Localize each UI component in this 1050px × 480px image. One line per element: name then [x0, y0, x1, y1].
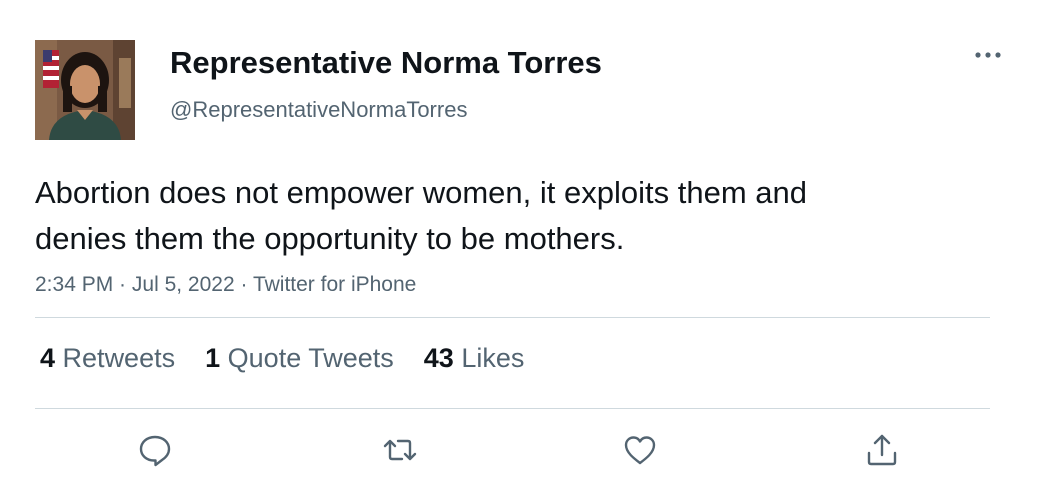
display-name[interactable]: Representative Norma Torres [170, 44, 602, 82]
reply-icon [139, 435, 171, 467]
quote-tweets-count: 1 [205, 343, 221, 373]
tweet-source[interactable]: Twitter for iPhone [253, 273, 416, 296]
quote-tweets-stat[interactable]: 1 Quote Tweets [205, 340, 394, 376]
like-button[interactable] [620, 430, 660, 470]
tweet-metadata: 2:34 PM · Jul 5, 2022 · Twitter for iPho… [35, 271, 416, 299]
heart-icon [624, 436, 656, 465]
reply-button[interactable] [135, 430, 175, 470]
share-icon [867, 434, 897, 466]
quote-tweets-label: Quote Tweets [227, 343, 394, 373]
share-button[interactable] [862, 430, 902, 470]
likes-count: 43 [423, 343, 454, 373]
tweet-text: Abortion does not empower women, it expl… [35, 175, 807, 256]
divider [35, 317, 990, 318]
tweet-time[interactable]: 2:34 PM [35, 273, 113, 296]
retweet-icon [383, 439, 417, 461]
likes-stat[interactable]: 43 Likes [424, 340, 525, 376]
user-handle[interactable]: @RepresentativeNormaTorres [170, 96, 467, 124]
meta-separator: · [113, 273, 132, 296]
meta-separator: · [234, 273, 253, 296]
retweets-stat[interactable]: 4 Retweets [40, 340, 175, 376]
divider [35, 408, 990, 409]
tweet-date[interactable]: Jul 5, 2022 [132, 273, 235, 296]
retweets-count: 4 [40, 343, 56, 373]
ellipsis-icon [975, 52, 1001, 58]
retweets-label: Retweets [62, 343, 176, 373]
more-options-button[interactable] [968, 40, 1008, 70]
likes-label: Likes [461, 343, 525, 373]
profile-photo-icon [35, 40, 135, 140]
avatar[interactable] [35, 40, 135, 140]
engagement-stats: 4 Retweets 1 Quote Tweets 43 Likes [40, 340, 554, 376]
retweet-button[interactable] [380, 430, 420, 470]
